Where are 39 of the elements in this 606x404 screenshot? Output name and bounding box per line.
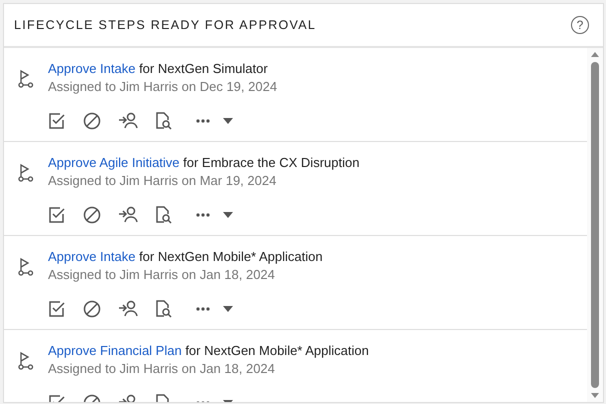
workflow-step-icon (18, 351, 34, 370)
reassign-icon[interactable] (118, 112, 138, 130)
reassign-icon[interactable] (118, 300, 138, 318)
scroll-up-icon[interactable] (590, 50, 600, 58)
approve-icon[interactable] (48, 300, 66, 318)
step-link[interactable]: Approve Agile Initiative (48, 155, 180, 170)
scroll-down-icon[interactable] (590, 392, 600, 400)
caret-icon[interactable] (223, 212, 233, 218)
step-link[interactable]: Approve Intake (48, 249, 136, 264)
reject-icon[interactable] (83, 206, 101, 224)
preview-icon[interactable] (155, 300, 173, 318)
more-icon[interactable] (196, 307, 210, 311)
caret-icon[interactable] (223, 306, 233, 312)
approve-icon[interactable] (48, 112, 66, 130)
assignment-text: Assigned to Jim Harris on Jan 18, 2024 (48, 266, 276, 284)
scrollbar-thumb[interactable] (591, 62, 599, 388)
step-title: Approve Intake for NextGen Mobile* Application (48, 248, 323, 266)
assignment-text: Assigned to Jim Harris on Jan 18, 2024 (48, 360, 276, 378)
workflow-step-icon (18, 69, 34, 88)
reassign-icon[interactable] (118, 206, 138, 224)
reject-icon[interactable] (83, 300, 101, 318)
assignment-text: Assigned to Jim Harris on Dec 19, 2024 (48, 78, 278, 96)
caret-icon[interactable] (223, 118, 233, 124)
more-icon[interactable] (196, 119, 210, 123)
step-link[interactable]: Approve Intake (48, 61, 136, 76)
workflow-step-icon (18, 257, 34, 276)
more-icon[interactable] (196, 213, 210, 217)
help-icon[interactable]: ? (571, 16, 589, 34)
assignment-text: Assigned to Jim Harris on Mar 19, 2024 (48, 172, 278, 190)
workflow-step-icon (18, 163, 34, 182)
step-title: Approve Financial Plan for NextGen Mobile* Application (48, 342, 369, 360)
step-title: Approve Intake for NextGen Simulator (48, 60, 269, 78)
panel-title: LIFECYCLE STEPS READY FOR APPROVAL (14, 16, 316, 34)
approve-icon[interactable] (48, 206, 66, 224)
step-title: Approve Agile Initiative for Embrace the CX Disruption (48, 154, 360, 172)
reject-icon[interactable] (83, 112, 101, 130)
step-link[interactable]: Approve Financial Plan (48, 343, 182, 358)
preview-icon[interactable] (155, 112, 173, 130)
preview-icon[interactable] (155, 206, 173, 224)
